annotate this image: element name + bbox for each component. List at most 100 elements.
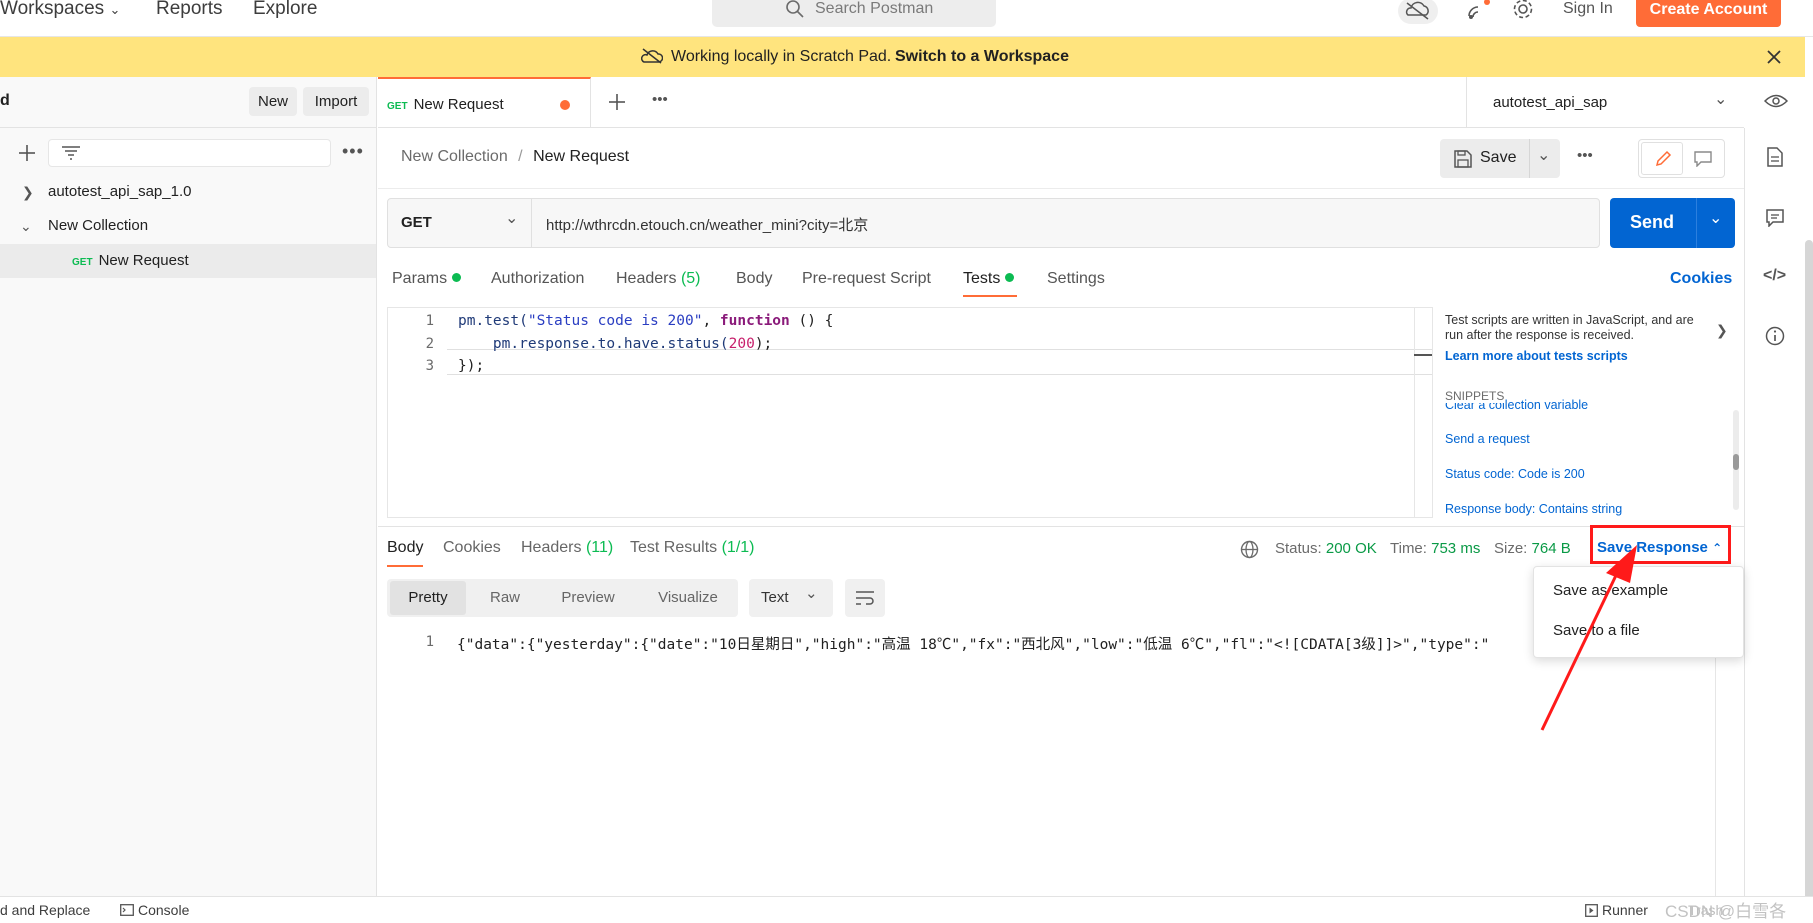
top-header: Workspaces ⌄ Reports Explore Search Post… bbox=[0, 0, 1813, 37]
code-token: ); bbox=[754, 336, 773, 352]
response-tab-headers[interactable]: Headers (11) bbox=[521, 539, 613, 557]
save-button-group: Save ⌄ bbox=[1440, 139, 1560, 178]
divider bbox=[1715, 620, 1716, 896]
send-button-group: Send ⌄ bbox=[1610, 198, 1735, 248]
format-type-select[interactable]: Text ⌄ bbox=[749, 579, 833, 617]
code-string: "Status code is 200" bbox=[527, 313, 703, 329]
send-button[interactable]: Send bbox=[1630, 212, 1674, 233]
status-value: 200 OK bbox=[1325, 540, 1377, 557]
cloud-offline-icon[interactable] bbox=[1398, 0, 1438, 24]
request-more-icon[interactable]: ••• bbox=[1577, 147, 1593, 164]
response-tab-headers-label: Headers bbox=[521, 539, 582, 556]
code-line: pm.response.to.have.status(200); bbox=[458, 336, 772, 352]
new-tab-plus-icon[interactable] bbox=[608, 93, 626, 111]
plus-icon[interactable] bbox=[18, 144, 36, 162]
line-number: 1 bbox=[425, 634, 434, 650]
tree-item-collection[interactable]: ❯ autotest_api_sap_1.0 bbox=[0, 175, 376, 209]
tab-tests[interactable]: Tests bbox=[963, 270, 1015, 288]
save-options-chevron-icon[interactable]: ⌄ bbox=[1537, 145, 1550, 165]
environment-select[interactable]: autotest_api_sap ⌄ bbox=[1466, 77, 1746, 128]
response-tab-test-results[interactable]: Test Results (1/1) bbox=[630, 539, 755, 557]
wrap-lines-button[interactable] bbox=[845, 579, 885, 617]
divider bbox=[1744, 128, 1745, 896]
tab-params[interactable]: Params bbox=[392, 270, 462, 288]
tab-body[interactable]: Body bbox=[736, 270, 772, 288]
window-scrollbar[interactable] bbox=[1805, 240, 1813, 920]
snippets-scroll-thumb[interactable] bbox=[1733, 454, 1739, 470]
filter-input[interactable] bbox=[48, 139, 331, 167]
search-input[interactable]: Search Postman bbox=[712, 0, 996, 27]
tab-pre-request-script[interactable]: Pre-request Script bbox=[802, 270, 931, 288]
documentation-icon[interactable] bbox=[1767, 147, 1783, 167]
search-placeholder: Search Postman bbox=[815, 0, 934, 17]
editor-scrollbar[interactable] bbox=[1414, 307, 1432, 518]
nav-explore[interactable]: Explore bbox=[253, 0, 317, 20]
chevron-right-icon[interactable]: ❯ bbox=[1716, 322, 1728, 339]
globe-icon[interactable] bbox=[1240, 540, 1259, 559]
edit-mode-button[interactable] bbox=[1641, 142, 1683, 175]
nav-workspaces[interactable]: Workspaces ⌄ bbox=[0, 0, 120, 20]
tab-settings[interactable]: Settings bbox=[1047, 270, 1105, 288]
format-preview-button[interactable]: Preview bbox=[548, 581, 628, 615]
request-tab-label: New Request bbox=[413, 96, 504, 113]
sign-in-link[interactable]: Sign In bbox=[1563, 0, 1613, 18]
format-visualize-button[interactable]: Visualize bbox=[642, 581, 734, 615]
find-replace-button[interactable]: d and Replace bbox=[0, 902, 90, 918]
eye-icon[interactable] bbox=[1764, 93, 1788, 109]
snippet-item[interactable]: Response body: Contains string bbox=[1445, 502, 1622, 516]
code-snippet-icon[interactable]: </> bbox=[1763, 267, 1786, 285]
sidebar-title: d bbox=[0, 92, 10, 109]
chevron-down-icon: ⌄ bbox=[805, 585, 818, 602]
tab-authorization[interactable]: Authorization bbox=[491, 270, 584, 288]
close-icon[interactable] bbox=[1767, 50, 1781, 64]
tree-item-request[interactable]: GET New Request bbox=[0, 244, 376, 278]
runner-icon bbox=[1585, 904, 1598, 917]
code-token: () { bbox=[789, 313, 834, 329]
format-type-label: Text bbox=[761, 589, 789, 606]
code-keyword: function bbox=[719, 313, 790, 329]
import-button[interactable]: Import bbox=[303, 87, 369, 116]
tab-headers[interactable]: Headers (5) bbox=[616, 270, 701, 288]
send-options-chevron-icon[interactable]: ⌄ bbox=[1709, 208, 1722, 228]
snippets-scrollbar[interactable] bbox=[1733, 410, 1739, 510]
format-raw-button[interactable]: Raw bbox=[474, 581, 536, 615]
new-button[interactable]: New bbox=[249, 87, 297, 116]
tabs-more-icon[interactable]: ••• bbox=[652, 91, 668, 108]
save-disk-icon bbox=[1454, 150, 1472, 168]
console-button[interactable]: Console bbox=[138, 902, 189, 918]
breadcrumb-collection[interactable]: New Collection bbox=[401, 148, 508, 165]
comment-mode-icon[interactable] bbox=[1694, 151, 1712, 167]
satellite-icon[interactable] bbox=[1465, 0, 1493, 22]
url-input[interactable]: http://wthrcdn.etouch.cn/weather_mini?ci… bbox=[546, 214, 868, 235]
chevron-up-icon: ⌃ bbox=[1712, 541, 1723, 555]
chevron-down-icon: ⌄ bbox=[20, 218, 32, 234]
code-token: }); bbox=[458, 358, 485, 374]
more-options-icon[interactable]: ••• bbox=[342, 141, 364, 162]
snippet-item[interactable]: Send a request bbox=[1445, 432, 1530, 446]
comments-icon[interactable] bbox=[1766, 209, 1784, 227]
tree-item-label: New Request bbox=[98, 252, 189, 269]
nav-reports[interactable]: Reports bbox=[156, 0, 223, 20]
divider bbox=[378, 127, 1744, 128]
settings-gear-icon[interactable] bbox=[1511, 0, 1535, 21]
time-label: Time: bbox=[1390, 540, 1427, 557]
switch-workspace-link[interactable]: Switch to a Workspace bbox=[895, 48, 1069, 66]
tree-item-label: New Collection bbox=[48, 217, 149, 234]
learn-more-link[interactable]: Learn more about tests scripts bbox=[1445, 349, 1628, 363]
snippet-item[interactable]: Status code: Code is 200 bbox=[1445, 467, 1585, 481]
response-body-line: {"data":{"yesterday":{"date":"10日星期日","h… bbox=[457, 637, 1490, 653]
chevron-down-icon: ⌄ bbox=[505, 210, 519, 227]
cookies-link[interactable]: Cookies bbox=[1670, 270, 1732, 288]
save-button[interactable]: Save bbox=[1480, 149, 1516, 167]
create-account-button[interactable]: Create Account bbox=[1636, 0, 1781, 27]
response-tab-body[interactable]: Body bbox=[387, 539, 423, 557]
format-pretty-button[interactable]: Pretty bbox=[390, 581, 466, 615]
tree-item-collection[interactable]: ⌄ New Collection bbox=[0, 209, 376, 243]
response-body-viewer[interactable]: {"data":{"yesterday":{"date":"10日星期日","h… bbox=[457, 630, 1535, 654]
method-select[interactable]: GET ⌄ bbox=[388, 199, 532, 247]
request-tab[interactable]: GET New Request bbox=[378, 77, 591, 128]
info-icon[interactable] bbox=[1765, 326, 1785, 346]
response-tab-cookies[interactable]: Cookies bbox=[443, 539, 501, 557]
headers-count: (5) bbox=[680, 270, 701, 287]
runner-button[interactable]: Runner bbox=[1602, 902, 1648, 918]
